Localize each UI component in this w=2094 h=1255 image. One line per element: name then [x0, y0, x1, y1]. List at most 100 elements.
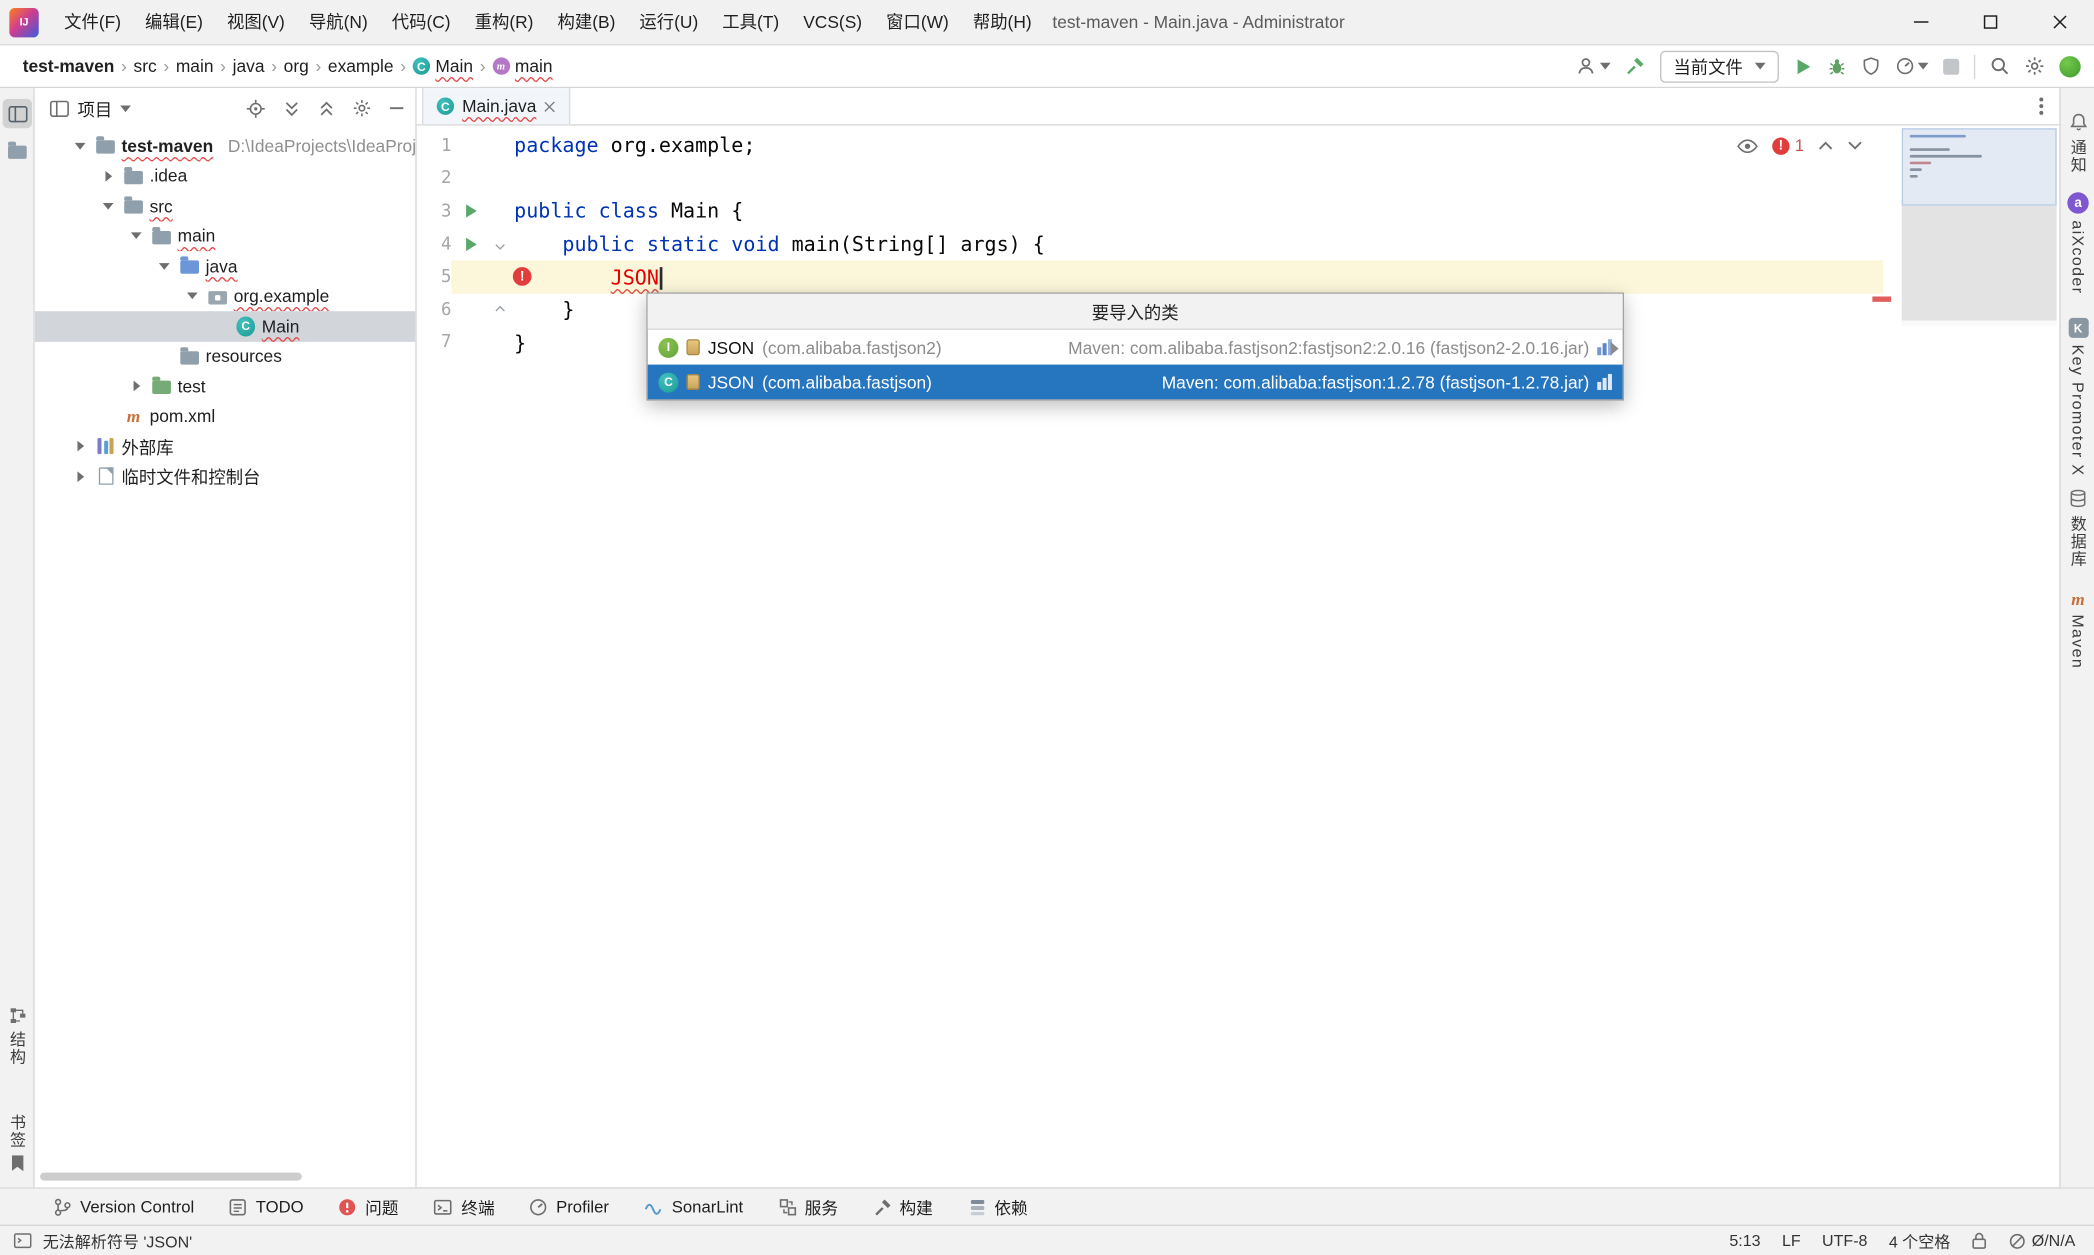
chevron-down-icon[interactable] — [155, 263, 174, 270]
profiler-button[interactable] — [1895, 56, 1928, 76]
breadcrumb-project[interactable]: test-maven — [19, 56, 119, 76]
error-stripe-mark[interactable] — [1872, 296, 1891, 301]
minimap[interactable] — [1902, 128, 2057, 326]
run-button[interactable] — [1794, 57, 1813, 76]
menu-item-run[interactable]: 运行(U) — [627, 0, 710, 44]
chevron-down-icon[interactable] — [127, 233, 146, 240]
project-panel-title[interactable]: 项目 — [77, 95, 112, 120]
tree-item-src[interactable]: src — [35, 191, 416, 221]
version-control-tool-button[interactable]: Version Control — [53, 1197, 194, 1216]
breadcrumb-main-dir[interactable]: main — [172, 56, 218, 76]
tree-item-pom-xml[interactable]: m pom.xml — [35, 401, 416, 431]
menu-item-vcs[interactable]: VCS(S) — [791, 0, 874, 44]
chevron-down-icon[interactable] — [120, 105, 131, 112]
encoding-widget[interactable]: UTF-8 — [1822, 1231, 1867, 1250]
problems-tool-button[interactable]: 问题 — [338, 1194, 398, 1219]
run-configuration-select[interactable]: 当前文件 — [1660, 50, 1779, 82]
caret-position-widget[interactable]: 5:13 — [1729, 1231, 1760, 1250]
line-number[interactable]: 2 — [417, 169, 452, 189]
run-method-icon[interactable] — [466, 238, 477, 251]
code-line-1[interactable]: 1 package org.example; — [417, 130, 1883, 163]
todo-tool-button[interactable]: TODO — [229, 1197, 304, 1216]
key-promoter-tool-window-button[interactable]: Key Promoter X — [2061, 318, 2094, 477]
locate-file-button[interactable] — [246, 98, 266, 118]
fold-open-icon[interactable] — [495, 240, 504, 249]
expand-all-button[interactable] — [283, 99, 300, 116]
breadcrumb-src[interactable]: src — [130, 56, 161, 76]
menu-item-tools[interactable]: 工具(T) — [710, 0, 791, 44]
tree-item-test-maven[interactable]: test-maven D:\IdeaProjects\IdeaProje — [35, 131, 416, 161]
dependencies-tool-button[interactable]: 依赖 — [968, 1194, 1028, 1219]
code-line-4[interactable]: 4 public static void main(String[] args)… — [417, 228, 1883, 261]
chevron-down-icon[interactable] — [183, 293, 202, 300]
terminal-tool-button[interactable]: 终端 — [433, 1194, 494, 1219]
code-line-3[interactable]: 3 public class Main { — [417, 195, 1883, 228]
tree-item-main-class[interactable]: Main — [35, 311, 416, 341]
build-hammer-button[interactable] — [1625, 56, 1645, 76]
tree-item-org-example[interactable]: org.example — [35, 281, 416, 311]
chevron-down-icon[interactable] — [99, 203, 118, 210]
next-error-button[interactable] — [1847, 140, 1863, 151]
database-tool-window-button[interactable]: 数据库 — [2061, 489, 2094, 568]
hide-panel-button[interactable] — [389, 106, 405, 111]
line-number[interactable]: 5 — [417, 267, 452, 287]
project-tool-window-button[interactable] — [3, 99, 32, 128]
debug-button[interactable] — [1827, 56, 1847, 76]
tree-item-idea[interactable]: .idea — [35, 161, 416, 191]
tree-item-external-libraries[interactable]: 外部库 — [35, 431, 416, 461]
previous-error-button[interactable] — [1818, 140, 1834, 151]
horizontal-scrollbar[interactable] — [40, 1173, 302, 1181]
structure-tool-window-button[interactable]: 结构 — [0, 1007, 35, 1066]
tree-item-test[interactable]: test — [35, 371, 416, 401]
tree-item-java[interactable]: java — [35, 251, 416, 281]
close-button[interactable] — [2025, 0, 2094, 44]
minimize-button[interactable] — [1886, 0, 1955, 44]
tree-item-resources[interactable]: resources — [35, 341, 416, 371]
menu-item-view[interactable]: 视图(V) — [215, 0, 297, 44]
readonly-lock-widget[interactable] — [1972, 1231, 1988, 1250]
breadcrumb-org[interactable]: org — [280, 56, 313, 76]
collapse-all-button[interactable] — [318, 99, 335, 116]
menu-item-navigate[interactable]: 导航(N) — [297, 0, 380, 44]
tab-main-java[interactable]: Main.java — [422, 88, 570, 124]
services-tool-button[interactable]: 服务 — [778, 1194, 838, 1219]
profiler-tool-button[interactable]: Profiler — [529, 1197, 609, 1216]
chevron-right-icon[interactable] — [71, 471, 90, 482]
import-option-fastjson2[interactable]: JSON (com.alibaba.fastjson2) Maven: com.… — [648, 330, 1623, 365]
maven-tool-window-button[interactable]: m Maven — [2061, 590, 2094, 669]
tab-options-icon[interactable] — [2039, 97, 2043, 114]
close-tab-icon[interactable] — [544, 101, 555, 112]
menu-item-window[interactable]: 窗口(W) — [874, 0, 961, 44]
search-everywhere-button[interactable] — [1990, 56, 2010, 76]
folder-stripe-button[interactable] — [3, 136, 32, 165]
chevron-down-icon[interactable] — [71, 143, 90, 150]
analysis-status-widget[interactable]: Ø/N/A — [2009, 1231, 2075, 1250]
run-class-icon[interactable] — [466, 205, 477, 218]
breadcrumb-main-class[interactable]: Main — [409, 56, 477, 76]
line-separator-widget[interactable]: LF — [1782, 1231, 1801, 1250]
chevron-right-icon[interactable] — [71, 441, 90, 452]
code-line-5[interactable]: 5 JSON — [417, 261, 1883, 294]
notifications-tool-window-button[interactable]: 通知 — [2061, 112, 2094, 173]
menu-item-code[interactable]: 代码(C) — [380, 0, 463, 44]
aixcoder-tool-window-button[interactable]: aiXcoder — [2061, 192, 2094, 294]
coverage-button[interactable] — [1862, 56, 1881, 76]
plugin-green-button[interactable] — [2059, 55, 2080, 76]
highlighting-level-button[interactable] — [1736, 137, 1759, 154]
code-line-2[interactable]: 2 — [417, 162, 1883, 195]
stop-button[interactable] — [1943, 58, 1959, 74]
chevron-right-icon[interactable] — [127, 381, 146, 392]
tree-item-main[interactable]: main — [35, 221, 416, 251]
indent-widget[interactable]: 4 个空格 — [1889, 1229, 1950, 1252]
sonarlint-tool-button[interactable]: SonarLint — [644, 1197, 744, 1216]
menu-item-file[interactable]: 文件(F) — [52, 0, 133, 44]
breadcrumb-example[interactable]: example — [324, 56, 398, 76]
line-number[interactable]: 1 — [417, 136, 452, 156]
profile-user-button[interactable] — [1576, 56, 1611, 76]
maximize-button[interactable] — [1955, 0, 2024, 44]
line-number[interactable]: 3 — [417, 202, 452, 222]
line-number[interactable]: 7 — [417, 333, 452, 353]
line-number[interactable]: 6 — [417, 300, 452, 320]
error-count-widget[interactable]: 1 — [1772, 136, 1804, 155]
import-option-fastjson[interactable]: JSON (com.alibaba.fastjson) Maven: com.a… — [648, 365, 1623, 400]
